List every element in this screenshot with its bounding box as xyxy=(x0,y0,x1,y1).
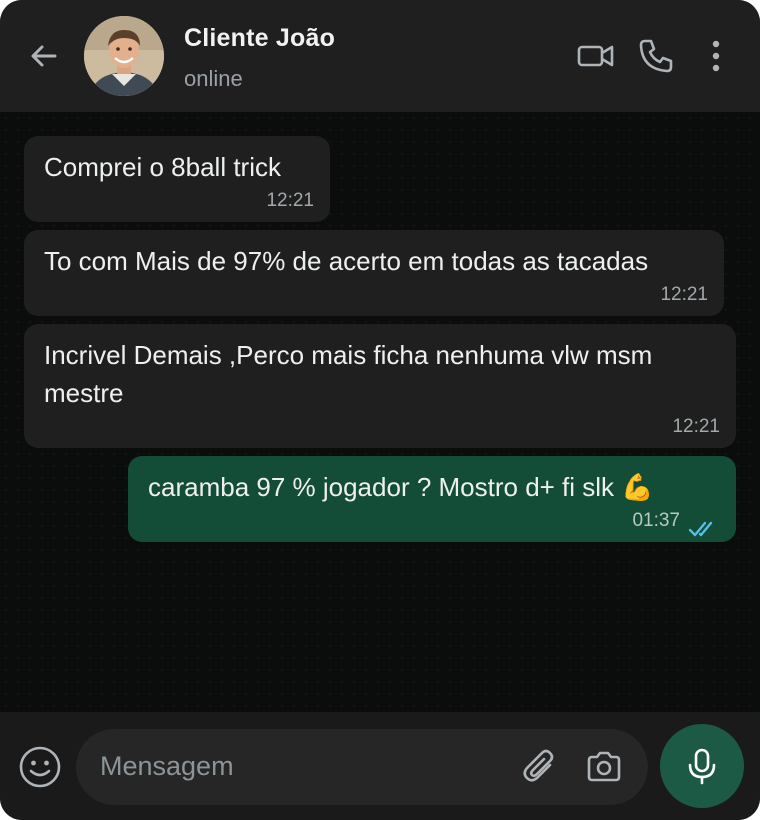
message-bubble-incoming[interactable]: To com Mais de 97% de acerto em todas as… xyxy=(24,230,724,316)
avatar[interactable] xyxy=(84,16,164,96)
read-receipt-icon xyxy=(688,510,718,537)
message-text: Comprei o 8ball trick xyxy=(44,152,281,182)
paperclip-icon[interactable] xyxy=(520,747,560,787)
chat-header: Cliente João online xyxy=(0,0,760,112)
message-text: To com Mais de 97% de acerto em todas as… xyxy=(44,246,649,276)
video-call-icon[interactable] xyxy=(576,36,616,76)
camera-icon[interactable] xyxy=(584,747,624,787)
composer-bar: Mensagem xyxy=(0,712,760,820)
message-line: Incrivel Demais ,Perco mais ficha nenhum… xyxy=(44,340,653,370)
message-text: Incrivel Demais ,Perco mais ficha nenhum… xyxy=(44,336,652,412)
message-input[interactable]: Mensagem xyxy=(76,729,648,805)
message-input-placeholder: Mensagem xyxy=(100,751,234,781)
message-time: 12:21 xyxy=(672,416,720,437)
microphone-icon xyxy=(688,748,716,785)
contact-status: online xyxy=(184,66,243,91)
message-list[interactable]: Comprei o 8ball trick 12:21 To com Mais … xyxy=(0,112,760,712)
message-bubble-incoming[interactable]: Comprei o 8ball trick 12:21 xyxy=(24,136,330,222)
message-bubble-outgoing[interactable]: caramba 97 % jogador ? Mostro d+ fi slk … xyxy=(128,456,736,542)
message-time: 01:37 xyxy=(632,510,680,531)
message-line: mestre xyxy=(44,378,124,408)
microphone-button[interactable] xyxy=(660,724,744,808)
more-vert-icon[interactable] xyxy=(696,36,736,76)
message-time: 12:21 xyxy=(266,190,314,211)
message-text: caramba 97 % jogador ? Mostro d+ fi slk … xyxy=(148,472,654,502)
emoji-icon[interactable] xyxy=(18,745,62,789)
back-arrow-icon[interactable] xyxy=(24,36,64,76)
chat-window: Cliente João online Comprei o 8ball tric… xyxy=(0,0,760,820)
contact-name[interactable]: Cliente João xyxy=(184,24,335,53)
message-time: 12:21 xyxy=(660,284,708,305)
phone-icon[interactable] xyxy=(636,36,676,76)
message-bubble-incoming[interactable]: Incrivel Demais ,Perco mais ficha nenhum… xyxy=(24,324,736,448)
